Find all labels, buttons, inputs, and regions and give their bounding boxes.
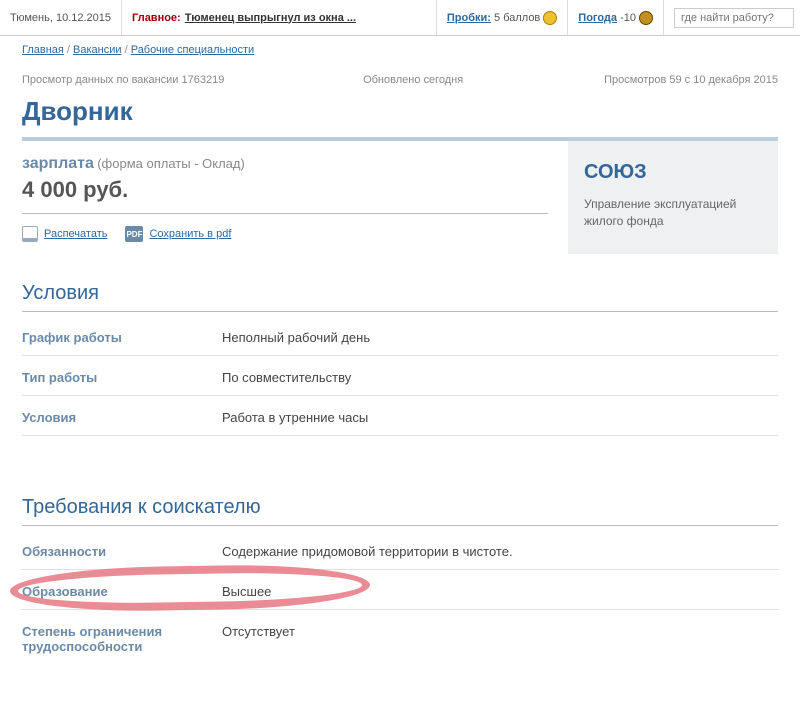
condition-value: Работа в утренние часы [222,410,368,425]
requirement-value: Высшее [222,584,271,599]
condition-row: Условия Работа в утренние часы [22,396,778,436]
company-name[interactable]: СОЮЗ [584,161,762,184]
weather-icon [639,11,653,25]
search-block [664,0,800,35]
requirement-value: Содержание придомовой территории в чисто… [222,544,513,559]
city-date: Тюмень, 10.12.2015 [0,0,122,35]
traffic-value: 5 баллов [494,12,540,24]
topbar: Тюмень, 10.12.2015 Главное: Тюменец выпр… [0,0,800,36]
main-news-link[interactable]: Тюменец выпрыгнул из окна ... [185,12,356,24]
requirement-label: Обязанности [22,544,222,559]
breadcrumb-category[interactable]: Рабочие специальности [131,44,254,56]
condition-label: Тип работы [22,370,222,385]
requirement-row: Обязанности Содержание придомовой террит… [22,530,778,570]
meta-row: Просмотр данных по вакансии 1763219 Обно… [22,60,778,92]
condition-value: Неполный рабочий день [222,330,370,345]
salary-amount: 4 000 руб. [22,177,548,203]
breadcrumb-home[interactable]: Главная [22,44,64,56]
company-desc: Управление эксплуатацией жилого фонда [584,196,762,230]
requirement-row-highlighted: Образование Высшее [22,570,778,610]
requirement-label: Степень ограничения трудоспособности [22,624,222,654]
condition-value: По совместительству [222,370,351,385]
requirement-value: Отсутствует [222,624,295,654]
salary-label: зарплата [22,155,94,172]
weather-link[interactable]: Погода [578,12,617,24]
print-link[interactable]: Распечатать [44,228,107,240]
page-title: Дворник [22,96,778,127]
meta-views: Просмотров 59 с 10 декабря 2015 [604,74,778,86]
print-icon [22,226,38,242]
weather-block: Погода -10 [568,0,664,35]
condition-label: График работы [22,330,222,345]
section-conditions-title: Условия [22,282,778,312]
breadcrumb-vacancies[interactable]: Вакансии [73,44,122,56]
weather-value: -10 [620,12,636,24]
section-requirements-title: Требования к соискателю [22,496,778,526]
main-news-block: Главное: Тюменец выпрыгнул из окна ... [122,0,437,35]
condition-label: Условия [22,410,222,425]
pdf-icon: PDF [125,226,143,242]
traffic-link[interactable]: Пробки: [447,12,491,24]
condition-row: Тип работы По совместительству [22,356,778,396]
traffic-block: Пробки: 5 баллов [437,0,568,35]
actions-row: Распечатать PDF Сохранить в pdf [22,214,548,254]
requirement-row: Степень ограничения трудоспособности Отс… [22,610,778,664]
meta-updated: Обновлено сегодня [263,74,604,86]
condition-row: График работы Неполный рабочий день [22,316,778,356]
main-news-label: Главное: [132,12,181,24]
pdf-action[interactable]: PDF Сохранить в pdf [125,226,231,242]
search-input[interactable] [674,8,794,28]
pdf-link[interactable]: Сохранить в pdf [149,228,231,240]
traffic-icon [543,11,557,25]
meta-view: Просмотр данных по вакансии 1763219 [22,74,263,86]
company-box: СОЮЗ Управление эксплуатацией жилого фон… [568,141,778,254]
breadcrumb: Главная / Вакансии / Рабочие специальнос… [22,40,778,60]
salary-form: (форма оплаты - Оклад) [97,156,245,171]
salary-block: зарплата (форма оплаты - Оклад) 4 000 ру… [22,141,548,214]
print-action[interactable]: Распечатать [22,226,107,242]
requirement-label: Образование [22,584,222,599]
